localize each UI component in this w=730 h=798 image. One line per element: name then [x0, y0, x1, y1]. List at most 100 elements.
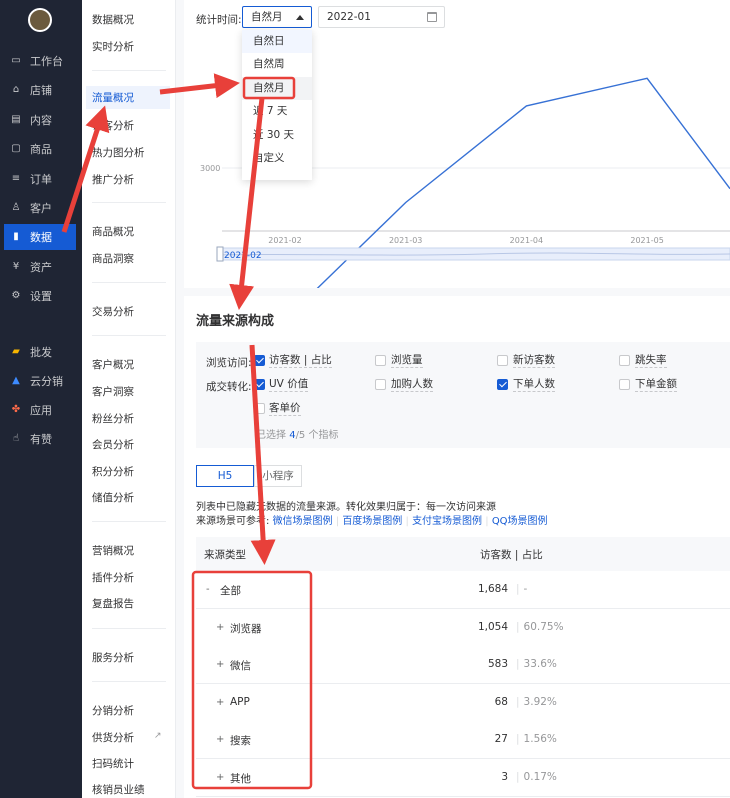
checkbox-avg-order[interactable] [254, 403, 265, 414]
checkbox-bounce-rate[interactable] [619, 355, 630, 366]
metric-add-cart[interactable]: 加购人数 [391, 378, 433, 392]
subnav-item[interactable]: 商品概况 [92, 224, 134, 239]
nav-item-apps[interactable]: ✤ 应用 [0, 397, 82, 423]
subnav-item[interactable]: 复盘报告 [92, 596, 134, 611]
subnav-item[interactable]: 服务分析 [92, 650, 134, 665]
row-value: 68 [494, 696, 508, 708]
option-natural-month[interactable]: 自然月 [242, 76, 312, 101]
table-row: + 浏览器 1,054 60.75% [196, 609, 730, 647]
expand-icon[interactable]: + [216, 734, 224, 745]
metric-bounce-rate[interactable]: 跳失率 [635, 354, 667, 368]
nav-item-youzan[interactable]: ☝ 有赞 [0, 426, 82, 452]
subnav-divider [92, 628, 166, 629]
nav-item-wholesale[interactable]: ▰ 批发 [0, 339, 82, 365]
qq-scene-link[interactable]: QQ场景图例 [492, 516, 548, 527]
checkbox-new-visitors[interactable] [497, 355, 508, 366]
metric-visitors[interactable]: 访客数 | 占比 [269, 354, 332, 368]
subnav-item[interactable]: 交易分析 [92, 304, 134, 319]
document-icon: ▤ [11, 114, 21, 125]
subnav-item[interactable]: 热力图分析 [92, 145, 145, 160]
hidden-source-note: 列表中已隐藏无数据的流量来源。转化效果归属于：每一次访问来源 [196, 502, 496, 513]
subnav-item[interactable]: 客户洞察 [92, 384, 134, 399]
zoom-slider-handle[interactable] [216, 246, 224, 262]
alipay-scene-link[interactable]: 支付宝场景图例 [412, 516, 482, 527]
row-name: 搜索 [230, 735, 251, 747]
tab-h5[interactable]: H5 [196, 465, 254, 487]
nav-item-settings[interactable]: ⚙ 设置 [0, 283, 82, 309]
x-tick-label: 2021-04 [510, 236, 543, 245]
subnav-item[interactable]: 扫码统计 [92, 756, 134, 771]
option-natural-week[interactable]: 自然周 [242, 53, 312, 76]
subnav-item[interactable]: 核销员业绩 [92, 782, 145, 797]
row-pct: 33.6% [516, 658, 557, 670]
baidu-scene-link[interactable]: 百度场景图例 [342, 516, 402, 527]
subnav-item[interactable]: 推广分析 [92, 172, 134, 187]
trend-panel: 统计时间: 自然月 2022-01 40003000 2021-022021-0… [184, 0, 730, 288]
x-tick-label: 2021-05 [630, 236, 663, 245]
main-content: 统计时间: 自然月 2022-01 40003000 2021-022021-0… [184, 0, 730, 798]
nav-item-content[interactable]: ▤ 内容 [0, 107, 82, 133]
nav-item-goods[interactable]: ▢ 商品 [0, 136, 82, 162]
checkbox-pageviews[interactable] [375, 355, 386, 366]
expand-icon[interactable]: + [216, 697, 224, 708]
nav-item-customers[interactable]: ♙ 客户 [0, 195, 82, 221]
nav-item-store[interactable]: ⌂ 店铺 [0, 77, 82, 103]
subnav-item[interactable]: 会员分析 [92, 437, 134, 452]
option-custom[interactable]: 自定义 [242, 147, 312, 170]
metric-pageviews[interactable]: 浏览量 [391, 354, 423, 368]
period-dropdown: 自然日 自然周 自然月 近 7 天 近 30 天 自定义 [242, 30, 312, 180]
option-last-30-days[interactable]: 近 30 天 [242, 124, 312, 147]
subnav-item[interactable]: 客户概况 [92, 357, 134, 372]
nav-item-cloud-distribution[interactable]: ▲ 云分销 [0, 368, 82, 394]
yen-icon: ¥ [12, 261, 20, 272]
subnav-divider [92, 521, 166, 522]
subnav-item[interactable]: 分销分析 [92, 703, 134, 718]
browse-label: 浏览访问: [206, 357, 252, 369]
tab-mini-program[interactable]: 小程序 [254, 465, 302, 487]
row-name: 微信 [230, 660, 251, 672]
option-last-7-days[interactable]: 近 7 天 [242, 100, 312, 123]
main-nav: ▭ 工作台 ⌂ 店铺 ▤ 内容 ▢ 商品 ≡ 订单 ♙ 客户 ▮ 数据 ¥ 资产 ⚙ 设置 ▰ 批发… [0, 0, 82, 798]
col-visitors: 访客数 | 占比 [480, 549, 543, 561]
checkbox-add-cart[interactable] [375, 379, 386, 390]
expand-icon[interactable]: + [216, 659, 224, 670]
subnav-item[interactable]: 商品洞察 [92, 251, 134, 266]
checkbox-order-amount[interactable] [619, 379, 630, 390]
subnav-item-active[interactable]: 流量概况 [86, 86, 170, 109]
row-pct: - [516, 583, 528, 595]
option-natural-day[interactable]: 自然日 [242, 30, 312, 54]
collapse-icon[interactable]: - [206, 584, 210, 595]
table-row: + 其他 3 0.17% [196, 759, 730, 797]
metric-order-users[interactable]: 下单人数 [513, 378, 555, 392]
shop-logo[interactable] [28, 8, 52, 32]
data-subnav: 数据概况 实时分析 流量概况 访客分析 热力图分析 推广分析 商品概况 商品洞察… [82, 0, 176, 798]
expand-icon[interactable]: + [216, 622, 224, 633]
subnav-item[interactable]: 营销概况 [92, 543, 134, 558]
nav-item-assets[interactable]: ¥ 资产 [0, 254, 82, 280]
nav-item-data[interactable]: ▮ 数据 [4, 224, 76, 250]
wholesale-icon: ▰ [12, 346, 20, 357]
checkbox-visitors[interactable] [254, 355, 265, 366]
metric-uv-value[interactable]: UV 价值 [269, 378, 309, 392]
subnav-item[interactable]: 积分分析 [92, 464, 134, 479]
subnav-item[interactable]: 粉丝分析 [92, 411, 134, 426]
subnav-item[interactable]: 插件分析 [92, 570, 134, 585]
nav-item-orders[interactable]: ≡ 订单 [0, 166, 82, 192]
expand-icon[interactable]: + [216, 772, 224, 783]
wechat-scene-link[interactable]: 微信场景图例 [273, 516, 333, 527]
metric-avg-order[interactable]: 客单价 [269, 402, 301, 416]
subnav-item[interactable]: 数据概况 [92, 12, 134, 27]
subnav-divider [92, 681, 166, 682]
row-name: APP [230, 696, 250, 708]
metric-new-visitors[interactable]: 新访客数 [513, 354, 555, 368]
subnav-item[interactable]: 供货分析 [92, 730, 134, 745]
checkbox-uv-value[interactable] [254, 379, 265, 390]
checkbox-order-users[interactable] [497, 379, 508, 390]
row-pct: 1.56% [516, 733, 557, 745]
subnav-item[interactable]: 实时分析 [92, 39, 134, 54]
cloud-distribution-icon: ▲ [12, 375, 20, 386]
metric-order-amount[interactable]: 下单金额 [635, 378, 677, 392]
subnav-item[interactable]: 访客分析 [92, 118, 134, 133]
nav-item-workbench[interactable]: ▭ 工作台 [0, 48, 82, 74]
subnav-item[interactable]: 储值分析 [92, 490, 134, 505]
